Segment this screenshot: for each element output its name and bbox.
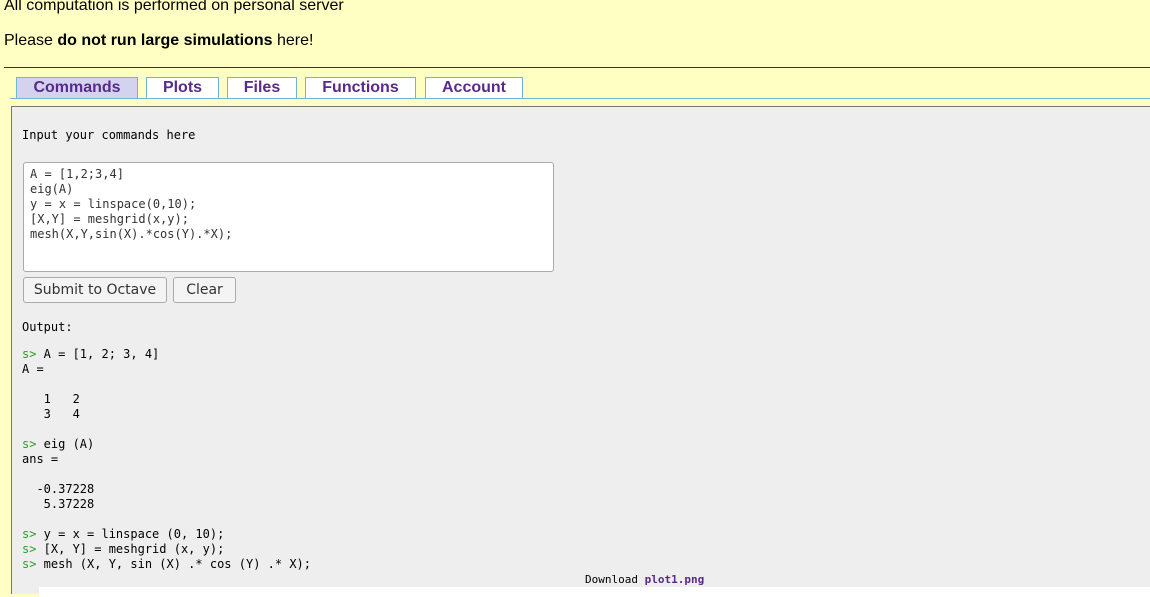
output-line: 3 4 <box>22 407 311 422</box>
commands-panel: Input your commands here Submit to Octav… <box>11 106 1150 597</box>
output-line: s> [X, Y] = meshgrid (x, y); <box>22 542 311 557</box>
output-line: A = <box>22 362 311 377</box>
warning-emphasis: do not run large simulations <box>57 32 273 49</box>
output-text: ans = <box>22 452 59 466</box>
output-text: -0.37228 <box>22 482 95 496</box>
output-line: 1 2 <box>22 392 311 407</box>
input-label: Input your commands here <box>22 128 196 142</box>
output-text: 3 4 <box>22 407 80 421</box>
download-plot-link[interactable]: plot1.png <box>645 573 705 586</box>
output-text: y = x = linspace (0, 10); <box>36 527 225 541</box>
output-line: s> eig (A) <box>22 437 311 452</box>
prompt-symbol: s> <box>22 437 37 451</box>
output-line: ans = <box>22 452 311 467</box>
output-console: s> A = [1, 2; 3, 4] A = 1 2 3 4 s> eig (A)… <box>22 347 311 572</box>
prompt-symbol: s> <box>22 542 37 556</box>
tab-commands[interactable]: Commands <box>16 77 138 98</box>
output-text: A = [1, 2; 3, 4] <box>36 347 160 361</box>
output-line: s> y = x = linspace (0, 10); <box>22 527 311 542</box>
prompt-symbol: s> <box>22 347 37 361</box>
warning-prefix: Please <box>4 32 58 49</box>
command-input[interactable] <box>23 162 554 272</box>
prompt-symbol: s> <box>22 557 37 571</box>
output-text: A = <box>22 362 44 376</box>
submit-to-octave-button[interactable]: Submit to Octave <box>23 277 167 303</box>
tab-bar-underline <box>10 98 1150 99</box>
output-line: s> mesh (X, Y, sin (X) .* cos (Y) .* X); <box>22 557 311 572</box>
output-line: s> A = [1, 2; 3, 4] <box>22 347 311 362</box>
tab-bar: Commands Plots Files Functions Account <box>10 77 1150 99</box>
server-notice: All computation is performed on personal… <box>4 0 344 14</box>
divider <box>4 67 1150 68</box>
output-text: 5.37228 <box>22 497 95 511</box>
tab-plots[interactable]: Plots <box>146 77 219 98</box>
output-line: 5.37228 <box>22 497 311 512</box>
output-text: eig (A) <box>36 437 95 451</box>
download-link-row: Download plot1.png <box>585 573 704 586</box>
tab-functions[interactable]: Functions <box>305 77 416 98</box>
output-text: 1 2 <box>22 392 80 406</box>
warning-suffix: here! <box>272 32 314 49</box>
download-label: Download <box>585 573 645 586</box>
prompt-symbol: s> <box>22 527 37 541</box>
tab-account[interactable]: Account <box>425 77 523 98</box>
output-line: -0.37228 <box>22 482 311 497</box>
output-label: Output: <box>22 320 73 334</box>
output-text: mesh (X, Y, sin (X) .* cos (Y) .* X); <box>36 557 311 571</box>
output-text: [X, Y] = meshgrid (x, y); <box>36 542 225 556</box>
simulation-warning: Please do not run large simulations here… <box>4 32 313 50</box>
plot-image <box>39 587 1150 597</box>
clear-button[interactable]: Clear <box>173 277 236 303</box>
tab-files[interactable]: Files <box>227 77 297 98</box>
